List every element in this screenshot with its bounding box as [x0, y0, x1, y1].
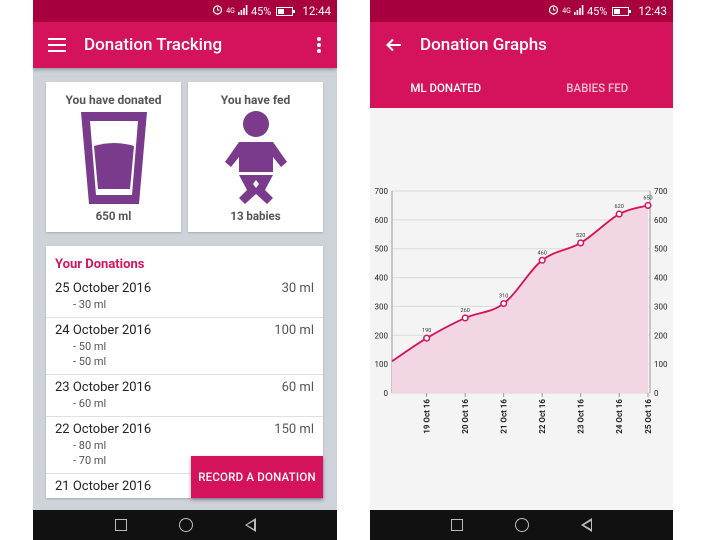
x-tick-label: 21 Oct 16 [500, 399, 509, 434]
donations-header: Your Donations [55, 257, 145, 272]
babies-card: You have fed 13 babies [188, 82, 323, 232]
x-tick-label: 24 Oct 16 [615, 399, 624, 434]
home-button[interactable] [178, 518, 193, 532]
y-tick-label-left: 400 [375, 274, 389, 283]
donation-subitem: - 30 ml [73, 298, 107, 311]
app-bar: Donation Graphs ML DONATED BABIES FED [370, 22, 673, 108]
donated-card: You have donated 650 ml [46, 82, 181, 232]
network-type: 4G [562, 7, 571, 15]
alarm-icon [212, 4, 223, 18]
menu-icon[interactable] [48, 38, 66, 52]
back-button[interactable] [581, 518, 592, 532]
signal-icon [573, 4, 584, 18]
y-tick-label-right: 500 [654, 245, 668, 254]
y-tick-label-right: 300 [654, 302, 668, 311]
y-tick-label-left: 100 [375, 360, 389, 369]
more-options-icon[interactable] [317, 37, 321, 53]
donated-label: You have donated [65, 93, 162, 107]
arrow-back-icon[interactable] [386, 38, 402, 52]
app-bar: Donation Tracking [33, 22, 337, 68]
battery-percent: 45% [586, 4, 608, 18]
data-point [644, 201, 652, 209]
y-tick-label-left: 0 [384, 389, 389, 398]
clock: 12:44 [302, 4, 331, 18]
donation-subitem: - 50 ml [73, 340, 107, 353]
y-tick-label-right: 0 [654, 389, 659, 398]
x-tick-label: 20 Oct 16 [461, 399, 470, 434]
glass-icon [80, 112, 147, 204]
signal-icon [237, 4, 248, 18]
data-label: 260 [461, 308, 470, 314]
system-nav-bar [33, 510, 337, 540]
data-point [423, 334, 431, 342]
donation-date: 23 October 2016 [55, 380, 152, 395]
x-tick-label: 25 Oct 16 [644, 399, 653, 434]
record-donation-button[interactable]: RECORD A DONATION [191, 456, 323, 498]
donation-graphs-screen: 4G 45% 12:43 Donation Graphs ML DONATED … [370, 0, 673, 540]
tab-bar: ML DONATED BABIES FED [370, 68, 673, 108]
data-point [615, 210, 623, 218]
y-tick-label-left: 500 [375, 245, 389, 254]
donation-total: 100 ml [274, 323, 314, 338]
area-fill [392, 205, 648, 393]
data-point [577, 239, 585, 247]
data-label: 190 [422, 328, 431, 334]
y-tick-label-left: 200 [375, 331, 389, 340]
y-tick-label-right: 400 [654, 274, 668, 283]
page-title: Donation Graphs [420, 35, 547, 55]
home-button[interactable] [515, 518, 529, 532]
donation-total: 60 ml [281, 380, 314, 395]
donation-subitem: - 50 ml [73, 355, 107, 368]
donation-item[interactable]: 24 October 2016 100 ml - 50 ml - 50 ml [46, 318, 323, 375]
tab-babies-fed[interactable]: BABIES FED [522, 68, 674, 108]
status-bar: 4G 45% 12:43 [370, 0, 673, 22]
donation-date: 25 October 2016 [55, 281, 152, 296]
y-tick-label-right: 200 [654, 331, 668, 340]
data-point [500, 299, 508, 308]
babies-label: You have fed [220, 93, 291, 107]
battery-icon [276, 6, 296, 16]
network-type: 4G [226, 7, 235, 15]
x-tick-label: 22 Oct 16 [538, 399, 547, 434]
donation-subitem: - 80 ml [73, 439, 107, 452]
babies-value: 13 babies [230, 209, 281, 223]
baby-icon [224, 111, 287, 204]
donation-total: 30 ml [281, 281, 314, 296]
y-tick-label-left: 600 [375, 216, 389, 225]
battery-percent: 45% [250, 4, 272, 18]
ml-donated-chart: 0 0 100 100 200 200 300 300 400 400 500 500 600 600 70… [375, 187, 668, 434]
y-tick-label-left: 300 [375, 302, 389, 311]
y-tick-label-left: 700 [375, 187, 389, 196]
donation-item[interactable]: 23 October 2016 60 ml - 60 ml [46, 375, 323, 417]
donation-subitem: - 60 ml [73, 397, 107, 410]
data-label: 650 [643, 195, 652, 201]
alarm-icon [548, 4, 559, 18]
battery-icon [612, 6, 632, 16]
recents-button[interactable] [451, 519, 463, 531]
y-tick-label-right: 700 [654, 187, 668, 196]
donation-tracking-screen: 4G 45% 12:44 Donation Tracking You have … [33, 0, 337, 540]
y-tick-label-right: 100 [654, 360, 668, 369]
back-button[interactable] [244, 518, 256, 532]
main-content: You have donated 650 ml You have fed 13 … [33, 68, 337, 510]
donated-value: 650 ml [95, 209, 132, 223]
data-label: 460 [538, 250, 547, 256]
data-point [538, 256, 546, 264]
page-title: Donation Tracking [84, 35, 223, 55]
clock: 12:43 [638, 4, 667, 18]
status-bar: 4G 45% 12:44 [33, 0, 337, 22]
graph-area: 0 0 100 100 200 200 300 300 400 400 500 500 600 600 70… [370, 108, 673, 510]
data-label: 520 [576, 233, 585, 239]
donation-item[interactable]: 25 October 2016 30 ml - 30 ml [46, 276, 323, 318]
donation-total: 150 ml [274, 422, 314, 437]
y-tick-label-right: 600 [654, 216, 668, 225]
data-point [461, 314, 469, 322]
tab-ml-donated[interactable]: ML DONATED [370, 68, 522, 108]
system-nav-bar [370, 510, 673, 540]
x-tick-label: 19 Oct 16 [423, 399, 432, 434]
data-label: 620 [615, 204, 624, 210]
x-tick-label: 23 Oct 16 [577, 399, 586, 434]
data-label: 310 [499, 294, 508, 300]
recents-button[interactable] [114, 519, 127, 531]
